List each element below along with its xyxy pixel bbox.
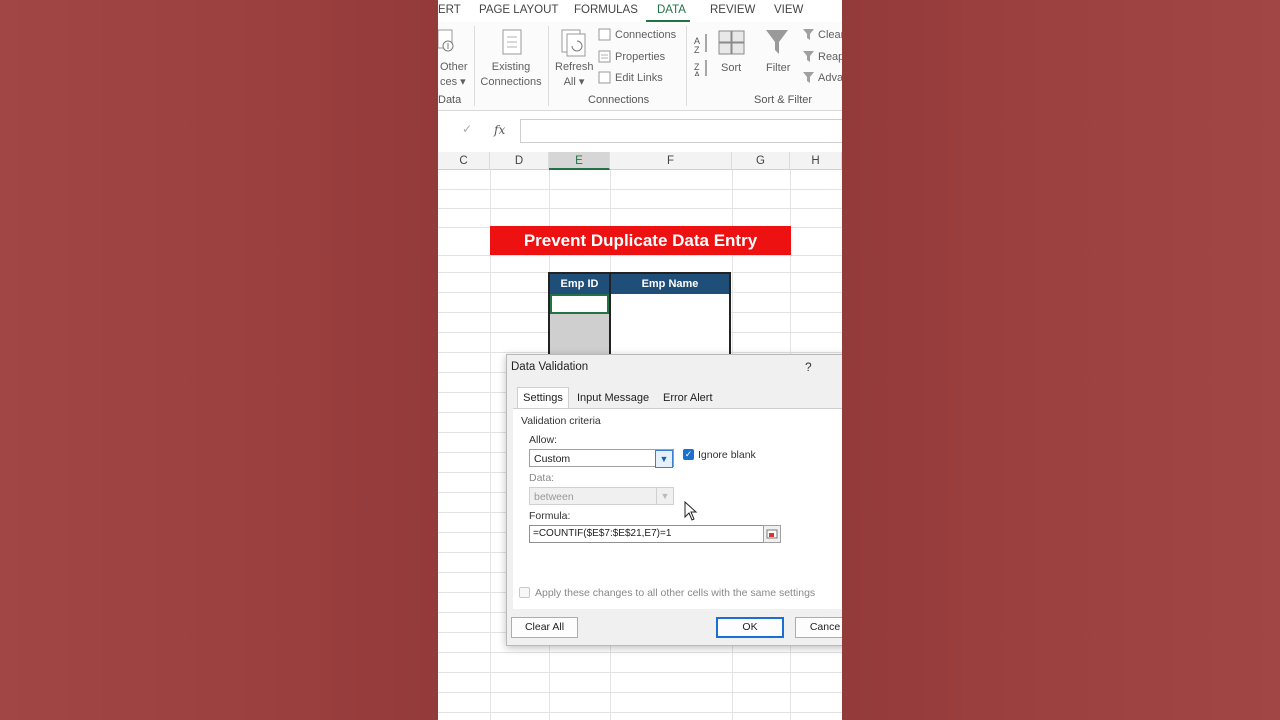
sort-az-icon: AZ ZA [694,34,707,76]
sort-button[interactable]: Sort [721,61,741,76]
data-validation-dialog: Data Validation ? Settings Input Message… [506,354,842,646]
data-select-value: between [534,491,574,503]
refresh-all-label-2: All ▾ [563,76,585,88]
existing-connections-button[interactable]: Existing Connections [480,60,542,90]
reapply-button[interactable]: Reap [818,50,842,65]
validation-criteria-label: Validation criteria [521,415,601,427]
ignore-blank-checkbox[interactable]: ✓ [683,449,694,460]
other-sources-label: Other [440,61,468,73]
column-header-c[interactable]: C [438,152,490,170]
chevron-down-icon: ▼ [656,488,673,504]
tab-insert[interactable]: ERT [438,4,461,16]
existing-connections-label: Existing [491,61,531,73]
collapse-dialog-button[interactable] [763,525,781,543]
apply-all-checkbox[interactable] [519,587,530,598]
apply-all-label: Apply these changes to all other cells w… [535,587,816,599]
edit-links-icon [598,71,611,84]
right-background [842,0,1280,720]
allow-label: Allow: [529,434,558,446]
clear-all-button[interactable]: Clear All [511,617,578,638]
formula-bar: ✓ fx [438,116,842,146]
help-icon[interactable]: ? [805,360,812,374]
header-emp-name[interactable]: Emp Name [611,274,729,294]
active-cell-e7[interactable] [550,294,609,314]
other-sources-icon [438,29,454,52]
connections-button[interactable]: Connections [615,28,676,43]
sort-filter-group-label: Sort & Filter [754,94,813,106]
clear-button[interactable]: Clear [818,28,842,43]
tab-formulas[interactable]: FORMULAS [574,4,638,16]
insert-function-icon[interactable]: fx [494,123,505,137]
svg-text:Z: Z [694,45,700,55]
column-header-h[interactable]: H [790,152,842,170]
sort-icon [718,30,745,55]
mouse-cursor-icon [684,501,698,521]
column-header-g[interactable]: G [732,152,790,170]
properties-button[interactable]: Properties [615,50,665,65]
gridline [438,712,842,713]
ribbon-tabs: ERT PAGE LAYOUT FORMULAS DATA REVIEW VIE… [438,0,842,22]
formula-label: Formula: [529,510,571,522]
filter-button[interactable]: Filter [766,61,790,76]
allow-select-value: Custom [534,453,571,465]
range-select-icon [766,529,778,539]
tab-error-alert[interactable]: Error Alert [663,392,713,404]
sheet-title-banner: Prevent Duplicate Data Entry [490,226,791,255]
gridline [438,189,842,190]
settings-panel [513,408,842,609]
existing-connections-label-2: Connections [480,76,542,88]
tab-settings[interactable]: Settings [517,387,569,410]
ignore-blank-label: Ignore blank [698,449,756,461]
data-select: between ▼ [529,487,674,505]
column-header-e[interactable]: E [549,152,610,170]
gridline [438,208,842,209]
svg-text:A: A [694,70,700,76]
left-background [0,0,438,720]
tab-input-message[interactable]: Input Message [577,392,649,404]
edit-links-button[interactable]: Edit Links [615,71,663,86]
table-divider [609,274,611,364]
existing-connections-icon [502,29,522,55]
gridline [438,652,842,653]
column-header-d[interactable]: D [490,152,549,170]
formula-field[interactable]: =COUNTIF($E$7:$E$21,E7)=1 [529,525,765,543]
tab-review[interactable]: REVIEW [710,4,755,16]
excel-window: ERT PAGE LAYOUT FORMULAS DATA REVIEW VIE… [438,0,842,720]
enter-checkmark-icon[interactable]: ✓ [462,122,472,136]
other-sources-label-2: ces ▾ [440,76,466,88]
refresh-all-icon [561,29,586,57]
allow-select[interactable]: Custom ▼ [529,449,674,468]
header-emp-id[interactable]: Emp ID [550,274,609,294]
refresh-all-label: Refresh [555,61,594,73]
tab-data[interactable]: DATA [657,4,686,16]
ribbon-separator [686,26,687,106]
other-sources-button[interactable]: Other ces ▾ [440,60,468,90]
column-header-f[interactable]: F [610,152,732,170]
formula-input[interactable] [520,119,842,143]
tab-view[interactable]: VIEW [774,4,803,16]
reapply-icon [803,51,814,62]
chevron-down-icon[interactable]: ▼ [655,450,673,468]
advanced-button[interactable]: Adva [818,71,842,86]
gridline [438,255,842,256]
ok-button[interactable]: OK [716,617,784,638]
properties-icon [598,50,611,63]
filter-icon [766,30,788,54]
refresh-all-button[interactable]: Refresh All ▾ [555,60,594,90]
employee-table: Emp ID Emp Name [548,272,731,364]
ribbon-data: Other ces ▾ Data Existing Connections Refr… [438,22,842,111]
gridline [438,692,842,693]
connections-group-label: Connections [588,94,650,106]
clear-filter-icon [803,29,814,40]
ribbon-separator [548,26,549,106]
dialog-title: Data Validation [511,361,589,373]
advanced-filter-icon [803,72,814,83]
cancel-button[interactable]: Cance [795,617,842,638]
gridline [438,672,842,673]
connections-icon [598,28,611,41]
get-data-group-label: Data [438,94,462,106]
ribbon-separator [474,26,475,106]
tab-page-layout[interactable]: PAGE LAYOUT [479,4,558,16]
data-label: Data: [529,472,555,484]
